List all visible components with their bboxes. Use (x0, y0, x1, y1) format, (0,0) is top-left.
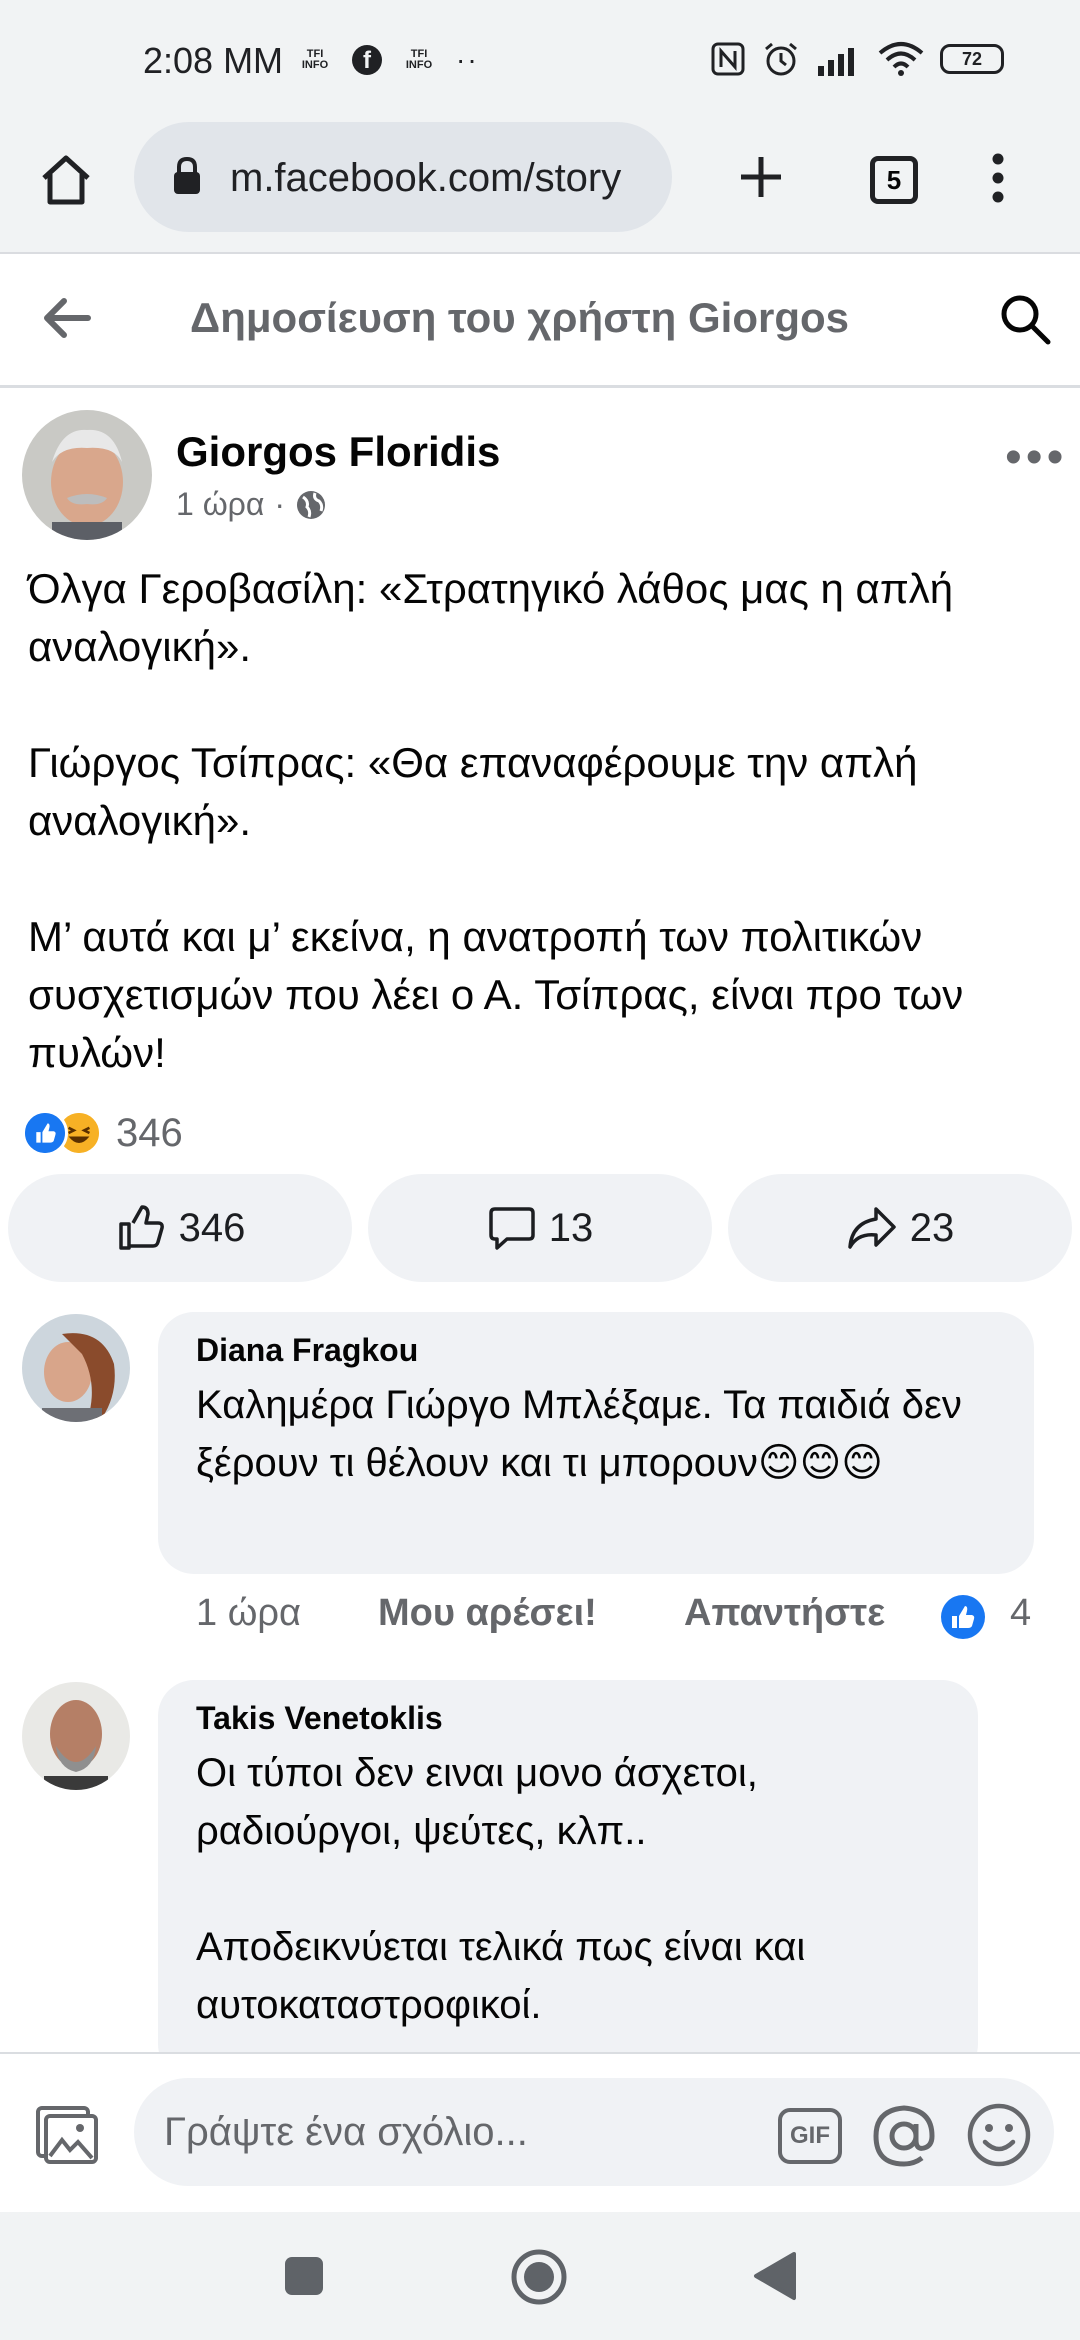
author-avatar-image (22, 410, 152, 540)
comment-time[interactable]: 1 ώρα (196, 1592, 301, 1635)
comment-like-count: 4 (1010, 1592, 1032, 1634)
comment-count: 13 (548, 1205, 594, 1250)
page-title: Δημοσίευση του χρήστη Giorgos (190, 294, 849, 341)
share-button[interactable]: 23 (728, 1174, 1072, 1282)
new-tab-icon[interactable] (736, 152, 786, 202)
comment-author[interactable]: Takis Venetoklis (196, 1700, 443, 1737)
emoji-icon[interactable] (966, 2102, 1032, 2168)
alarm-icon (765, 42, 797, 76)
url-text[interactable]: m.facebook.com/story (230, 156, 621, 201)
signal-icon (818, 48, 854, 76)
like-button[interactable]: 346 (8, 1174, 352, 1282)
comment-line: Αποδεικνύεται τελικά πως είναι και αυτοκ… (196, 1925, 806, 2027)
post-time[interactable]: 1 ώρα (176, 486, 264, 523)
menu-icon[interactable] (990, 152, 1006, 204)
comment-line: Οι τύποι δεν ειναι μονο άσχετοι, ραδιούρ… (196, 1751, 758, 1853)
share-count: 23 (909, 1205, 955, 1250)
like-reaction-icon (22, 1110, 68, 1156)
back-nav-icon[interactable] (752, 2250, 798, 2302)
author-avatar[interactable] (22, 410, 152, 540)
post-body: Όλγα Γεροβασίλη: «Στρατηγικό λάθος μας η… (28, 560, 1068, 1082)
wifi-icon (878, 42, 924, 76)
tabs-icon[interactable]: 5 (870, 156, 918, 204)
comment-author[interactable]: Diana Fragkou (196, 1332, 418, 1369)
mention-icon[interactable] (870, 2102, 938, 2170)
post-options-icon[interactable]: ••• (1005, 430, 1067, 485)
notification-icons: TFI INFO f TFI INFO ·· (300, 44, 479, 76)
commenter-avatar[interactable] (22, 1682, 130, 1790)
system-icons: 72 (710, 40, 1004, 78)
commenter-avatar[interactable] (22, 1314, 130, 1422)
comment-bubble[interactable]: Diana Fragkou Καλημέρα Γιώργο Μπλέξαμε. … (158, 1312, 1034, 1574)
comment-reply-button[interactable]: Απαντήστε (684, 1592, 885, 1635)
comment-bubble[interactable]: Takis Venetoklis Οι τύποι δεν ειναι μονο… (158, 1680, 978, 2080)
thumbs-up-icon (118, 1205, 164, 1250)
comment-bubble-icon (489, 1207, 535, 1250)
comment-composer: GIF (0, 2052, 1080, 2212)
reactions-count: 346 (116, 1110, 183, 1155)
status-time: 2:08 MM (143, 40, 284, 81)
comment-text: Οι τύποι δεν ειναι μονο άσχετοι, ραδιούρ… (196, 1744, 956, 2034)
home-nav-icon[interactable] (510, 2248, 568, 2306)
battery-icon: 72 (940, 44, 1004, 74)
comment-button[interactable]: 13 (368, 1174, 712, 1282)
search-icon[interactable] (998, 292, 1052, 346)
nfc-icon (711, 42, 745, 76)
share-arrow-icon (848, 1207, 896, 1249)
recent-apps-icon[interactable] (282, 2254, 326, 2298)
commenter-avatar-image (22, 1314, 130, 1422)
like-count: 346 (178, 1205, 246, 1250)
address-bar[interactable]: m.facebook.com/story (134, 122, 672, 232)
gif-button[interactable]: GIF (778, 2108, 842, 2164)
home-icon[interactable] (38, 152, 94, 208)
back-arrow-icon[interactable] (42, 296, 92, 340)
post-meta: 1 ώρα · (176, 486, 327, 523)
more-notifications-icon: ·· (456, 44, 479, 75)
lock-icon[interactable] (172, 156, 202, 196)
page-header: Δημοσίευση του χρήστη Giorgos (0, 254, 1080, 388)
post-paragraph: Όλγα Γεροβασίλη: «Στρατηγικό λάθος μας η… (28, 565, 954, 670)
public-globe-icon (297, 490, 326, 519)
meta-separator: · (274, 486, 286, 522)
comment-like-button[interactable]: Μου αρέσει! (378, 1592, 597, 1635)
browser-toolbar: m.facebook.com/story 5 (0, 120, 1080, 254)
reactions-summary[interactable]: 346 (22, 1110, 183, 1156)
post-paragraph: Γιώργος Τσίπρας: «Θα επαναφέρουμε την απ… (28, 739, 918, 844)
comment-text: Καλημέρα Γιώργο Μπλέξαμε. Τα παιδιά δεν … (196, 1383, 962, 1485)
post-paragraph: Μ’ αυτά και μ’ εκείνα, η ανατροπή των πο… (28, 913, 964, 1076)
photo-attach-icon[interactable] (34, 2104, 100, 2166)
facebook-notification-icon: f (352, 45, 382, 75)
tfi-info-icon: TFI INFO (405, 48, 433, 71)
tfi-info-icon: TFI INFO (301, 48, 329, 71)
status-bar: 2:08 MM TFI INFO f TFI INFO ·· 72 (0, 0, 1080, 120)
comment-like-badge-icon (941, 1595, 985, 1639)
commenter-avatar-image (22, 1682, 130, 1790)
author-name[interactable]: Giorgos Floridis (176, 428, 500, 476)
system-navigation-bar (0, 2212, 1080, 2340)
